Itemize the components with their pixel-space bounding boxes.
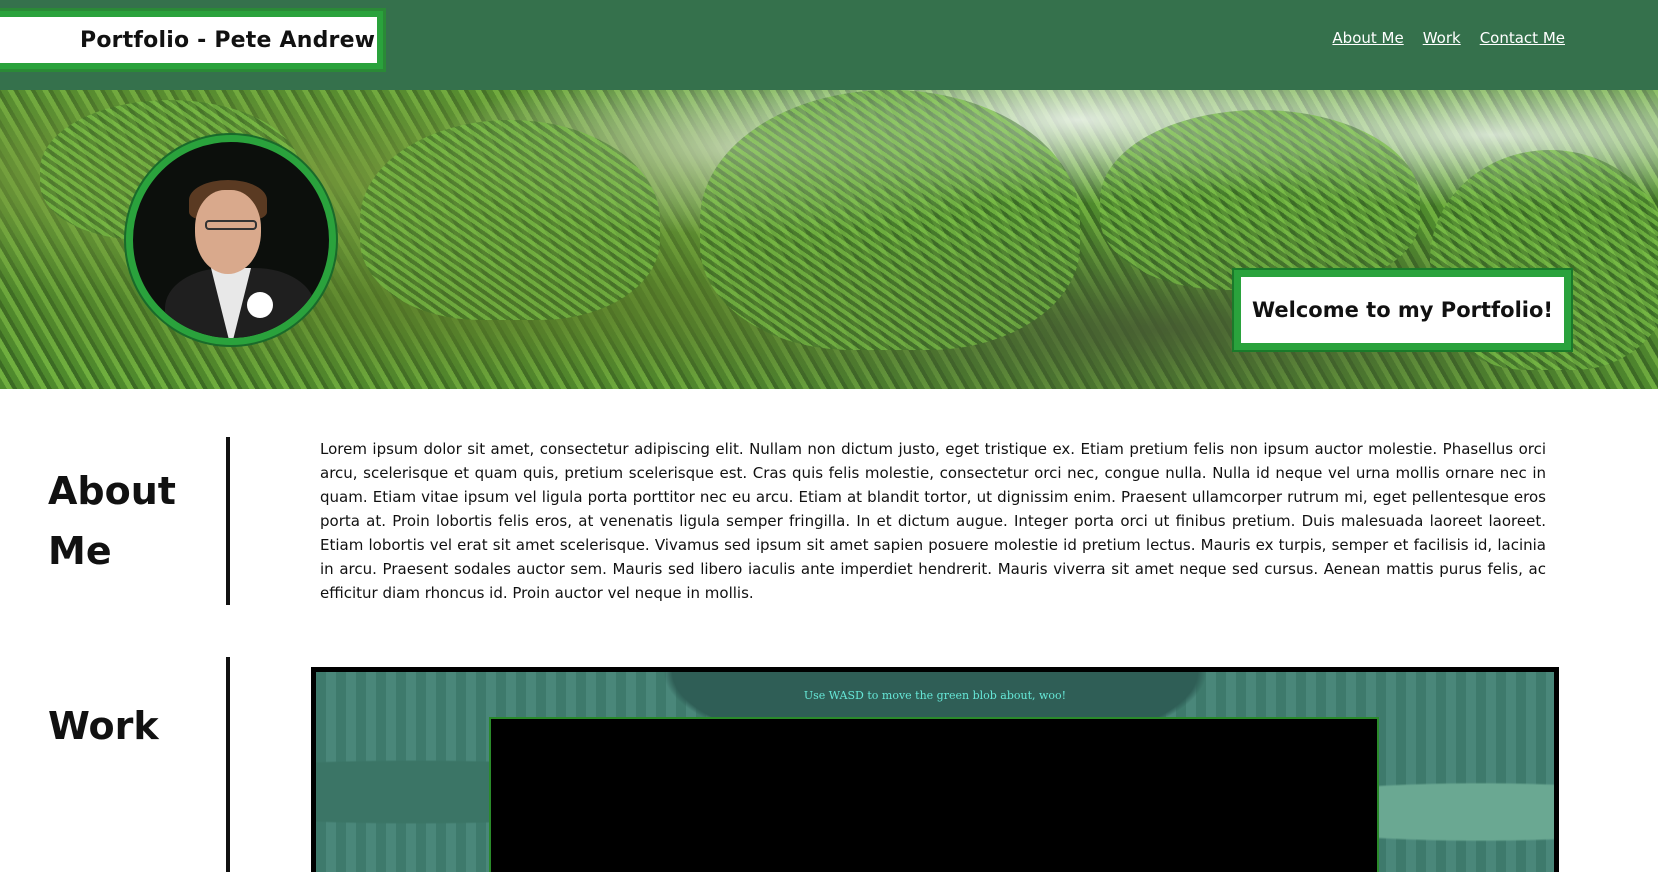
fern-foliage [1100,110,1420,290]
welcome-box: Welcome to my Portfolio! [1232,268,1573,352]
avatar-face [195,190,261,274]
profile-avatar [126,135,336,345]
nav-link-work[interactable]: Work [1423,29,1461,47]
avatar-boutonniere [247,292,273,318]
fern-foliage [700,90,1080,350]
avatar-glasses [205,220,257,230]
main-nav: About Me Work Contact Me [1332,29,1565,47]
site-header: Portfolio - Pete Andrew About Me Work Co… [0,0,1658,90]
game-canvas[interactable] [489,717,1379,872]
work-heading: Work [48,704,159,748]
nav-link-about-me[interactable]: About Me [1332,29,1403,47]
site-title: Portfolio - Pete Andrew [80,27,376,53]
game-instructions: Use WASD to move the green blob about, w… [803,689,1067,702]
about-body-text: Lorem ipsum dolor sit amet, consectetur … [320,440,1546,602]
work-divider [226,657,230,872]
site-title-box: Portfolio - Pete Andrew [0,8,386,72]
fern-foliage [360,120,660,320]
welcome-text: Welcome to my Portfolio! [1251,298,1553,322]
about-heading-line1: About [48,469,176,513]
nav-link-contact-me[interactable]: Contact Me [1480,29,1565,47]
about-heading-line2: Me [48,529,112,573]
game-embed[interactable]: Use WASD to move the green blob about, w… [311,667,1559,872]
about-divider [226,437,230,605]
about-heading: About Me [48,461,176,581]
